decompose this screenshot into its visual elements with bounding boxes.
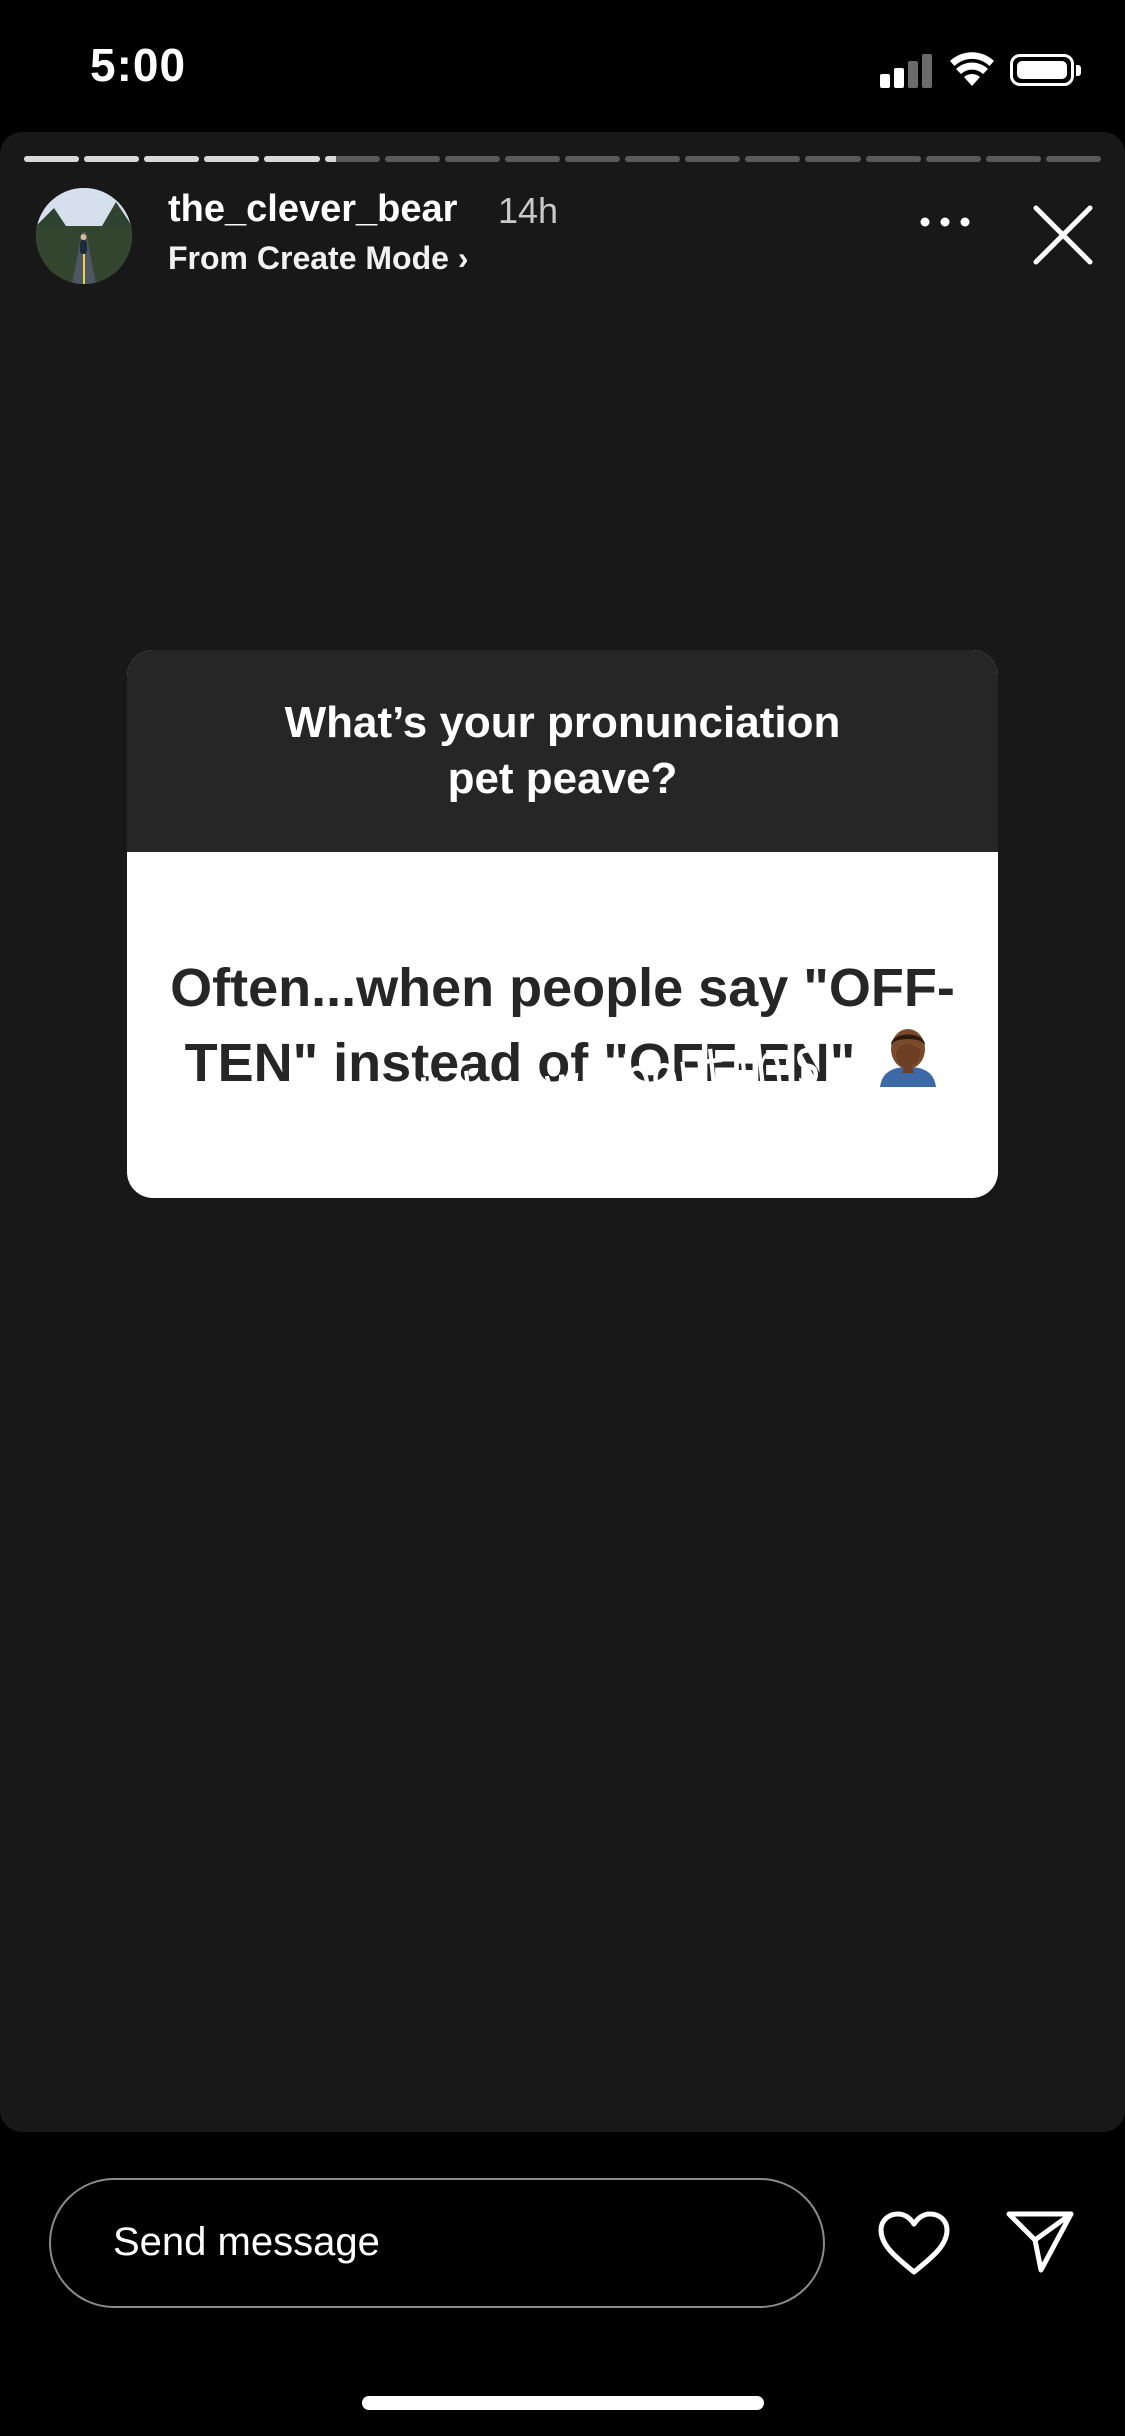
more-icon[interactable] (915, 202, 975, 242)
username[interactable]: the_clever_bear (168, 188, 457, 231)
progress-segment (745, 156, 801, 162)
wifi-icon (950, 52, 994, 86)
close-icon[interactable] (1030, 202, 1096, 268)
progress-segment (324, 156, 380, 162)
progress-segment (84, 156, 140, 162)
status-bar: 5:00 (0, 0, 1125, 132)
home-indicator[interactable] (362, 2396, 764, 2410)
progress-segment (264, 156, 320, 162)
progress-segment (985, 156, 1041, 162)
progress-segment (204, 156, 260, 162)
progress-segment (564, 156, 621, 162)
progress-segment (925, 156, 981, 162)
battery-icon (1010, 54, 1081, 86)
progress-segment (384, 156, 440, 162)
send-message-input[interactable]: Send message (49, 2178, 825, 2308)
progress-segment (144, 156, 200, 162)
progress-segment (865, 156, 921, 162)
avatar[interactable] (36, 188, 132, 284)
story-viewer[interactable]: the_clever_bear 14h From Create Mode › W… (0, 132, 1125, 2132)
avatar-image (36, 188, 132, 284)
send-icon[interactable] (1005, 2208, 1075, 2274)
facepalm-emoji-icon (880, 1028, 937, 1087)
send-message-placeholder: Send message (113, 2220, 380, 2264)
question-header: What’s your pronunciation pet peave? (127, 650, 998, 852)
progress-segment (444, 156, 500, 162)
time-ago: 14h (498, 190, 559, 231)
progress-segment (805, 156, 861, 162)
question-text: What’s your pronunciation pet peave? (284, 698, 841, 803)
status-time: 5:00 (90, 39, 187, 91)
heart-icon[interactable] (877, 2210, 951, 2276)
progress-segment (685, 156, 741, 162)
create-mode-link[interactable]: From Create Mode › (168, 240, 468, 277)
signal-icon (880, 52, 934, 88)
progress-segment (504, 156, 560, 162)
progress-segment (24, 156, 80, 162)
story-progress-bar (24, 156, 1101, 163)
progress-segment (1045, 156, 1101, 162)
progress-segment (625, 156, 681, 162)
